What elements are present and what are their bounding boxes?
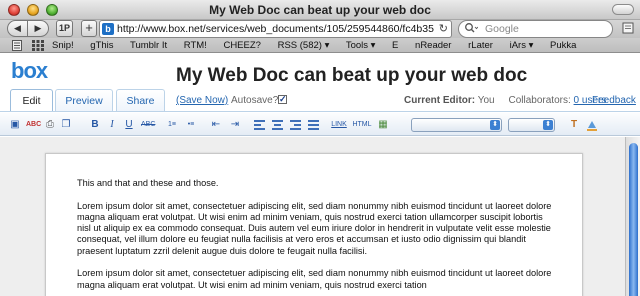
document-title: My Web Doc can beat up your web doc [176,65,528,86]
box-logo[interactable]: box [11,60,48,82]
browser-toolbar: ◀ ▶ 1P + b http://www.box.net/services/w… [0,20,640,38]
document-paragraph[interactable]: Lorem ipsum dolor sit amet, consectetuer… [77,201,557,257]
current-editor-value: You [477,95,495,106]
save-icon[interactable]: ▣ [9,119,21,131]
window-title: My Web Doc can beat up your web doc [209,3,431,17]
tab-edit[interactable]: Edit [10,89,53,112]
bookmark-item[interactable]: E [392,40,398,51]
numbered-list-button[interactable]: 1≡ [165,119,179,131]
add-bookmark-button[interactable]: + [81,20,97,37]
bookmark-item[interactable]: rLater [468,40,493,51]
feedback-link[interactable]: Feedback [592,95,636,106]
forward-button[interactable]: ▶ [28,20,49,37]
bold-button[interactable]: B [90,119,100,131]
document-paragraph[interactable]: This and that and these and those. [77,178,557,189]
document-body[interactable]: This and that and these and those. Lorem… [77,178,557,296]
checkmark-icon: ✓ [279,94,287,104]
address-bar-url[interactable]: http://www.box.net/services/web_document… [117,23,434,35]
show-bookmarks-icon[interactable] [12,40,22,54]
search-field[interactable]: Google [458,20,613,38]
outdent-button[interactable]: ⇤ [210,119,222,131]
tab-preview[interactable]: Preview [55,89,113,112]
bookmark-item[interactable]: Tools ▾ [346,40,376,51]
tabs-divider [0,111,640,112]
back-arrow-icon: ◀ [14,23,21,33]
page-menu-icon[interactable] [622,22,634,37]
box-favicon-icon: b [102,23,114,35]
back-button[interactable]: ◀ [7,20,28,37]
reload-icon[interactable]: ↻ [439,22,448,35]
align-left-icon[interactable] [254,120,265,130]
align-justify-icon[interactable] [308,120,319,130]
bookmark-item[interactable]: CHEEZ? [223,40,260,51]
current-editor-label: Current Editor: [404,95,476,106]
onepassword-button[interactable]: 1P [56,20,73,37]
font-family-select[interactable]: ⬍ [411,118,502,132]
background-color-icon[interactable] [586,119,598,131]
underline-button[interactable]: U [124,119,134,131]
vertical-scrollbar[interactable] [625,137,640,296]
bookmark-item[interactable]: Pukka [550,40,576,51]
dropdown-arrow-icon: ⬍ [543,120,553,130]
align-center-icon[interactable] [272,120,283,130]
bookmark-item[interactable]: gThis [90,40,113,51]
print-icon[interactable]: ⎙ [44,119,56,131]
search-placeholder: Google [485,23,519,35]
text-color-button[interactable]: T [569,119,579,131]
copy-icon[interactable]: ❐ [60,119,72,131]
toolbar-toggle-button[interactable] [612,4,634,15]
editor-workspace: This and that and these and those. Lorem… [0,137,625,296]
autosave-label: Autosave? [231,95,279,106]
bookmarks-bar: Snip! gThis Tumblr It RTM! CHEEZ? RSS (5… [0,38,640,53]
insert-link-button[interactable]: LINK [330,119,348,131]
save-now-link[interactable]: (Save Now) [176,95,228,106]
dropdown-arrow-icon: ⬍ [490,120,500,130]
forward-arrow-icon: ▶ [34,23,42,33]
collaborators-label: Collaborators: [508,95,571,106]
spellcheck-icon[interactable]: ABC [26,119,41,131]
top-sites-grid-icon[interactable] [32,40,44,54]
address-bar[interactable]: b http://www.box.net/services/web_docume… [99,20,452,38]
bookmark-item[interactable]: RTM! [184,40,207,51]
scrollbar-thumb[interactable] [629,143,638,296]
italic-button[interactable]: I [108,119,116,131]
document-page[interactable]: This and that and these and those. Lorem… [45,153,583,296]
autosave-checkbox[interactable]: ✓ [278,95,287,104]
bookmark-items: Snip! gThis Tumblr It RTM! CHEEZ? RSS (5… [52,38,590,53]
strikethrough-button[interactable]: ABC [141,119,155,131]
editor-toolbar: ▣ ABC ⎙ ❐ B I U ABC 1≡ •≡ ⇤ ⇥ LINK HTML … [0,113,640,136]
plus-icon: + [85,20,93,35]
window-titlebar: My Web Doc can beat up your web doc [0,0,640,20]
indent-button[interactable]: ⇥ [229,119,241,131]
bookmark-item[interactable]: iArs ▾ [510,40,534,51]
font-size-select[interactable]: ⬍ [508,118,555,132]
bookmark-item[interactable]: nReader [415,40,451,51]
bullet-list-button[interactable]: •≡ [184,119,198,131]
tab-share[interactable]: Share [116,89,165,112]
bookmark-item[interactable]: Snip! [52,40,74,51]
search-icon [464,22,479,37]
bookmark-item[interactable]: Tumblr It [130,40,167,51]
editor-status: Current Editor: You Collaborators: 0 use… [404,95,606,106]
bookmark-item[interactable]: RSS (582) ▾ [278,40,330,51]
document-paragraph[interactable]: Lorem ipsum dolor sit amet, consectetuer… [77,268,557,291]
html-source-button[interactable]: HTML [352,119,372,131]
align-right-icon[interactable] [290,120,301,130]
insert-image-icon[interactable]: ▦ [377,119,389,131]
